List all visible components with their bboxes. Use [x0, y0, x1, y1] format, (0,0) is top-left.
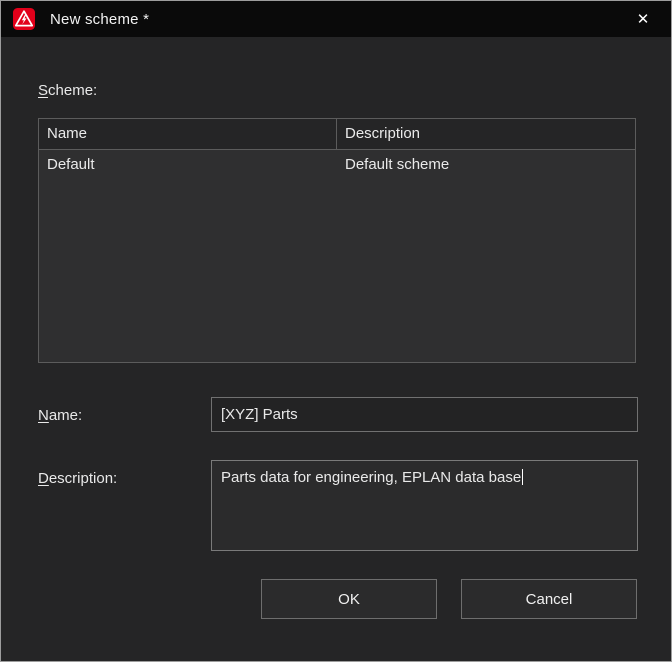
cancel-button[interactable]: Cancel — [461, 579, 637, 619]
name-label-mnemonic: N — [38, 407, 49, 424]
close-icon[interactable]: ✕ — [627, 5, 659, 33]
description-label: Description: — [38, 470, 117, 487]
eplan-logo-icon — [13, 8, 35, 30]
description-label-rest: escription: — [49, 470, 117, 487]
column-header-description[interactable]: Description — [337, 119, 635, 149]
name-input[interactable] — [211, 397, 638, 432]
text-caret — [522, 469, 523, 485]
scheme-label: Scheme: — [38, 82, 97, 99]
scheme-label-rest: cheme: — [48, 82, 97, 99]
ok-button[interactable]: OK — [261, 579, 437, 619]
description-text: Parts data for engineering, EPLAN data b… — [221, 469, 521, 486]
name-label: Name: — [38, 407, 82, 424]
description-textarea[interactable]: Parts data for engineering, EPLAN data b… — [211, 460, 638, 551]
scheme-table-header: Name Description — [39, 119, 635, 150]
description-label-mnemonic: D — [38, 470, 49, 487]
row-description-cell: Default scheme — [337, 150, 635, 181]
column-header-name[interactable]: Name — [39, 119, 337, 149]
name-label-rest: ame: — [49, 407, 82, 424]
titlebar[interactable]: New scheme * ✕ — [1, 1, 671, 37]
row-name-cell: Default — [39, 150, 337, 181]
scheme-table: Name Description Default Default scheme — [38, 118, 636, 363]
table-row[interactable]: Default Default scheme — [39, 150, 635, 181]
window-title: New scheme * — [50, 11, 149, 28]
new-scheme-dialog: New scheme * ✕ Scheme: Name Description … — [0, 0, 672, 662]
scheme-label-mnemonic: S — [38, 82, 48, 99]
